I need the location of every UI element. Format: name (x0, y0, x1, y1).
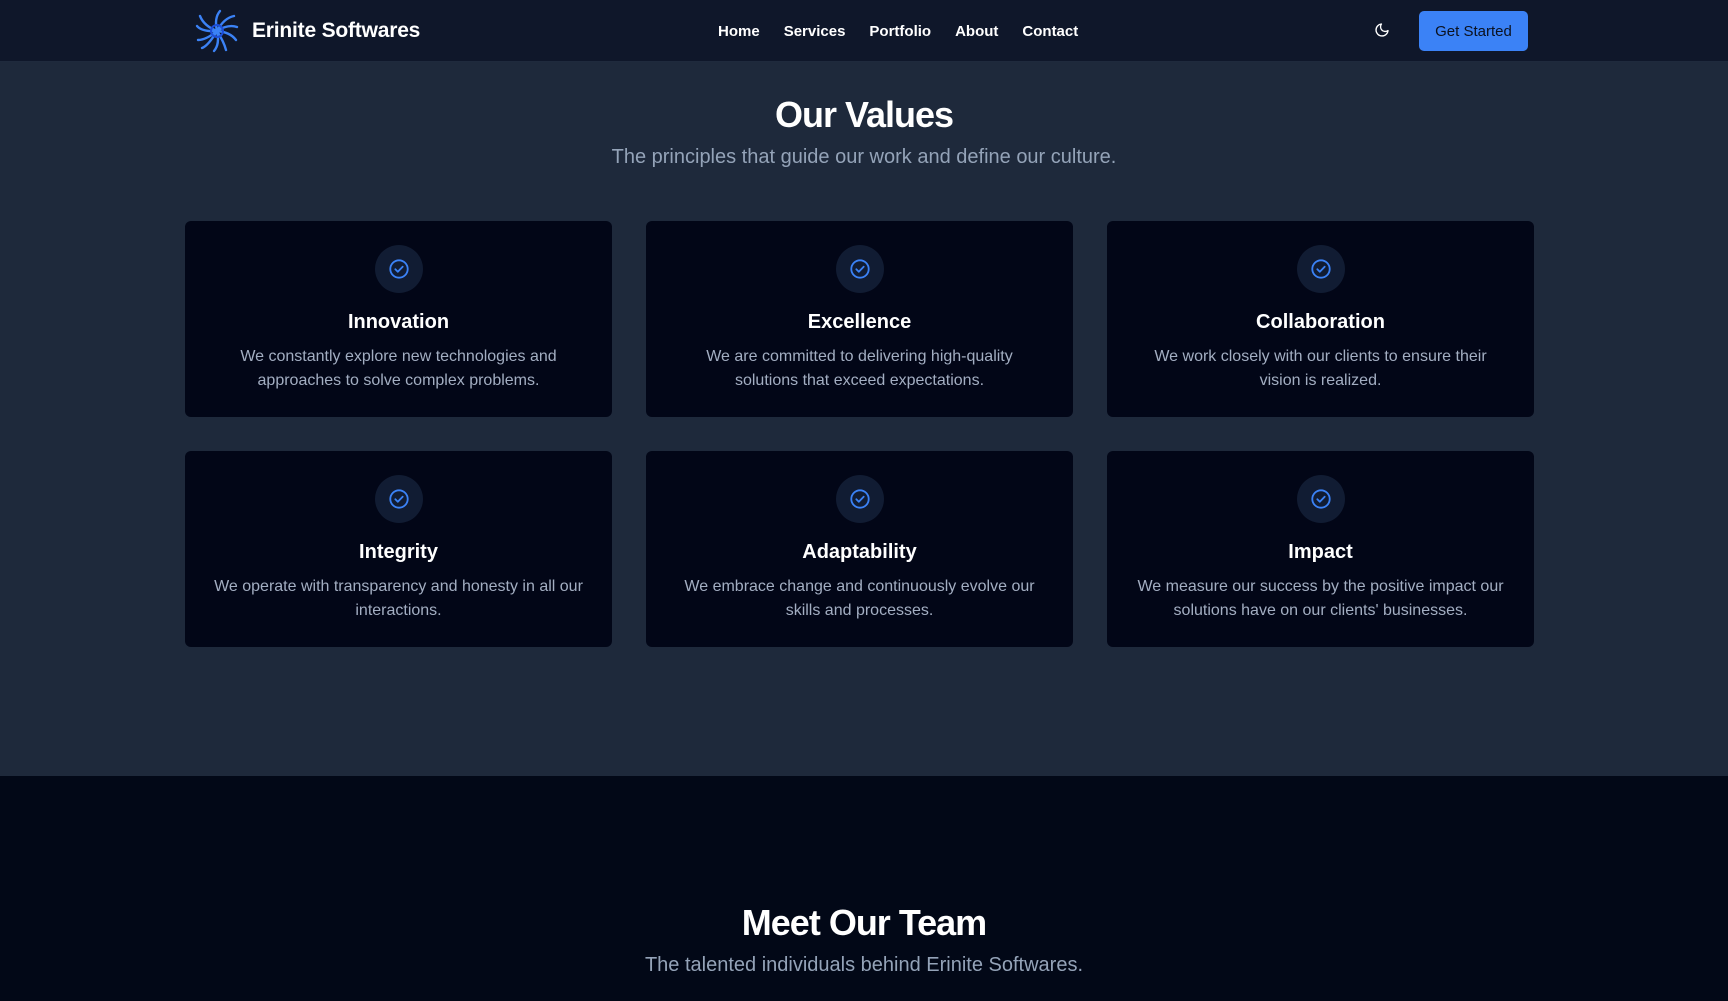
nav-link-services[interactable]: Services (784, 23, 846, 40)
value-card-excellence: Excellence We are committed to deliverin… (646, 221, 1073, 417)
top-navbar: Erinite Softwares Home Services Portfoli… (0, 0, 1728, 62)
value-card-adaptability: Adaptability We embrace change and conti… (646, 451, 1073, 647)
values-grid: Innovation We constantly explore new tec… (185, 221, 1535, 647)
value-card-collaboration: Collaboration We work closely with our c… (1107, 221, 1534, 417)
brand-logo-link[interactable]: Erinite Softwares (194, 8, 420, 54)
value-card-description: We work closely with our clients to ensu… (1154, 348, 1487, 389)
value-card-title: Impact (1288, 541, 1353, 563)
check-circle-icon (374, 475, 423, 523)
check-circle-icon (374, 245, 423, 293)
value-card-impact: Impact We measure our success by the pos… (1107, 451, 1534, 647)
value-card-title: Integrity (359, 541, 438, 563)
values-section: Our Values The principles that guide our… (0, 62, 1728, 776)
value-card-description: We are committed to delivering high-qual… (706, 348, 1013, 389)
check-circle-icon (1296, 475, 1345, 523)
spiral-logo-icon (194, 8, 240, 54)
value-card-description: We measure our success by the positive i… (1137, 578, 1504, 619)
team-title: Meet Our Team (741, 902, 987, 943)
check-circle-icon (1296, 245, 1345, 293)
get-started-button[interactable]: Get Started (1419, 11, 1528, 51)
value-card-title: Excellence (807, 311, 912, 333)
nav-link-portfolio[interactable]: Portfolio (869, 23, 931, 40)
main-nav: Home Services Portfolio About Contact (718, 0, 1078, 62)
value-card-integrity: Integrity We operate with transparency a… (185, 451, 612, 647)
team-subtitle: The talented individuals behind Erinite … (644, 954, 1084, 976)
moon-icon (1374, 22, 1390, 43)
value-card-description: We operate with transparency and honesty… (214, 578, 583, 619)
values-title: Our Values (774, 94, 954, 135)
nav-link-contact[interactable]: Contact (1022, 23, 1078, 40)
value-card-innovation: Innovation We constantly explore new tec… (185, 221, 612, 417)
value-card-title: Innovation (347, 311, 450, 333)
value-card-description: We embrace change and continuously evolv… (684, 578, 1035, 619)
check-circle-icon (835, 475, 884, 523)
brand-name: Erinite Softwares (252, 19, 421, 42)
value-card-description: We constantly explore new technologies a… (240, 348, 557, 389)
check-circle-icon (835, 245, 884, 293)
values-subtitle: The principles that guide our work and d… (611, 146, 1117, 168)
nav-link-home[interactable]: Home (718, 23, 760, 40)
team-section: Meet Our Team The talented individuals b… (0, 776, 1728, 1001)
value-card-title: Adaptability (802, 541, 917, 563)
theme-toggle-button[interactable] (1370, 20, 1394, 44)
nav-link-about[interactable]: About (955, 23, 998, 40)
value-card-title: Collaboration (1256, 311, 1385, 333)
